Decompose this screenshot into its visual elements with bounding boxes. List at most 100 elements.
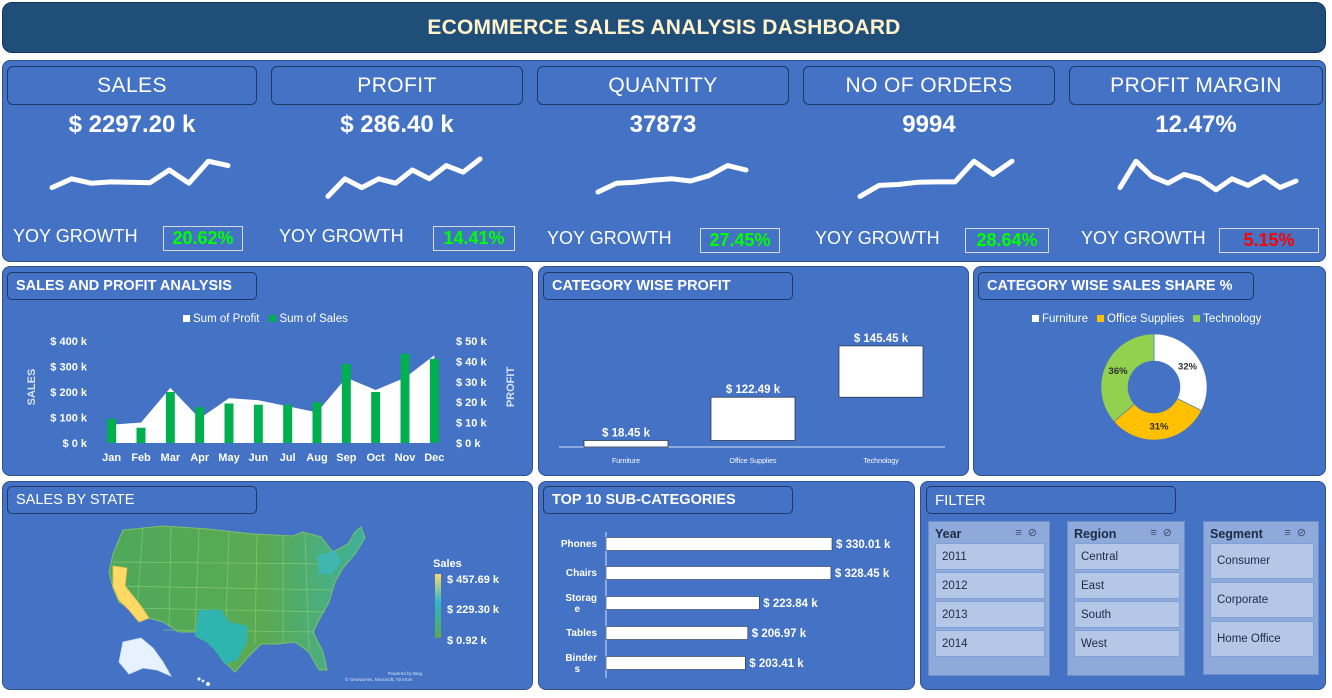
slicer-segment[interactable]: Segment ≡⊘ Consumer Corporate Home Office (1203, 521, 1319, 675)
state-alaska[interactable] (118, 637, 172, 677)
kpi-sparkline-4 (1117, 158, 1299, 193)
y-tick-left-1: $ 300 k (50, 362, 88, 374)
y-tick-right-5: $ 0 k (456, 438, 481, 450)
multi-select-icon[interactable]: ≡ (1015, 527, 1027, 539)
kpi-sparkline-0 (49, 158, 231, 191)
category-share-donut[interactable]: 32% 31% 36% (974, 267, 1327, 477)
waterfall-bar-0 (583, 440, 669, 448)
map-legend-gradient (435, 574, 441, 638)
slicer-controls[interactable]: ≡⊘ (1150, 526, 1178, 539)
dashboard-title: ECOMMERCE SALES ANALYSIS DASHBOARD (427, 15, 901, 39)
sparkline-path-1 (325, 156, 483, 199)
slicer-title-year: Year (935, 527, 962, 541)
kpi-sparkline-1 (325, 156, 483, 199)
slicer-item-central[interactable]: Central (1074, 543, 1180, 570)
subcat-bar-2 (605, 596, 760, 610)
slicer-item-south[interactable]: South (1074, 601, 1180, 628)
x-tick-oct: Oct (366, 452, 385, 464)
waterfall-label-1: $ 122.49 k (726, 384, 781, 396)
sales-bar-aug (312, 402, 322, 443)
slicer-item-west[interactable]: West (1074, 630, 1180, 657)
kpi-sparkline-2 (595, 163, 749, 195)
slicer-item-2014[interactable]: 2014 (935, 630, 1045, 657)
y-axis-label-sales: SALES (26, 369, 38, 406)
kpi-sparkline-3 (857, 158, 1015, 199)
map-legend-min: $ 0.92 k (447, 635, 488, 647)
slicer-region[interactable]: Region ≡⊘ Central East South West (1067, 521, 1185, 676)
x-tick-jul: Jul (280, 452, 296, 464)
kpi-yoy-label-2: YOY GROWTH (547, 228, 672, 248)
x-tick-jan: Jan (102, 452, 121, 464)
sales-bar-mar (165, 392, 175, 443)
sales-bar-dec (429, 358, 439, 443)
state-hawaii[interactable] (197, 677, 210, 686)
filter-panel: FILTER Year ≡⊘ 2011 2012 2013 2014 Region ≡⊘ Cen… (920, 481, 1326, 690)
x-tick-aug: Aug (306, 452, 327, 464)
slicer-item-home-office[interactable]: Home Office (1210, 621, 1314, 657)
slicer-item-2012[interactable]: 2012 (935, 572, 1045, 599)
slicer-item-2011[interactable]: 2011 (935, 543, 1045, 570)
waterfall-category-1: Office Supplies (730, 458, 777, 465)
x-tick-sep: Sep (336, 452, 356, 464)
subcat-bar-0 (605, 537, 833, 551)
waterfall-label-0: $ 18.45 k (602, 427, 651, 439)
y-tick-right-2: $ 30 k (456, 377, 487, 389)
x-tick-dec: Dec (424, 452, 444, 464)
map-credit-geonames: © GeoNames, Microsoft, TomTom (345, 676, 413, 682)
kpi-yoy-label-0: YOY GROWTH (13, 226, 138, 246)
waterfall-label-2: $ 145.45 k (854, 333, 909, 345)
map-legend-max: $ 457.69 k (447, 574, 500, 586)
map-legend-title: Sales (433, 558, 462, 570)
kpi-yoy-value-1: 14.41% (433, 226, 515, 251)
kpi-value-2: 37873 (629, 111, 697, 138)
kpi-yoy-label-3: YOY GROWTH (815, 228, 940, 248)
kpi-header-4: PROFIT MARGIN (1069, 66, 1323, 105)
clear-filter-icon[interactable]: ⊘ (1028, 527, 1043, 539)
sales-bar-sep (341, 363, 351, 443)
waterfall-bar-1 (710, 396, 796, 441)
kpi-yoy-value-4: 5.15% (1219, 228, 1319, 253)
dashboard-title-bar: ECOMMERCE SALES ANALYSIS DASHBOARD (2, 2, 1326, 53)
map-legend-mid: $ 229.30 k (447, 604, 500, 616)
category-profit-chart[interactable]: $ 18.45 k Furniture $ 122.49 k Office Suppl… (539, 267, 970, 477)
kpi-panel: SALES $ 2297.20 k YOY GROWTH 20.62% PROFIT $ … (2, 60, 1326, 262)
slicer-item-consumer[interactable]: Consumer (1210, 543, 1314, 579)
slicer-year[interactable]: Year ≡⊘ 2011 2012 2013 2014 (928, 521, 1050, 676)
kpi-yoy-label-4: YOY GROWTH (1081, 228, 1206, 248)
y-tick-right-4: $ 10 k (456, 418, 487, 430)
waterfall-bar-2 (838, 345, 924, 398)
multi-select-icon[interactable]: ≡ (1150, 527, 1162, 539)
sales-by-state-panel: SALES BY STATE Sales $ 457.69 k $ 229.30… (2, 481, 533, 690)
subcat-label-3: Tables (566, 628, 597, 639)
sales-bar-feb (136, 427, 146, 443)
slicer-controls[interactable]: ≡⊘ (1015, 526, 1043, 539)
clear-filter-icon[interactable]: ⊘ (1297, 527, 1312, 539)
profit-area (111, 355, 435, 443)
y-tick-left-4: $ 0 k (63, 438, 88, 450)
kpi-value-3: 9994 (902, 111, 956, 138)
slicer-item-2013[interactable]: 2013 (935, 601, 1045, 628)
waterfall-category-2: Technology (863, 458, 899, 465)
y-tick-right-0: $ 50 k (456, 336, 487, 348)
kpi-header-0: SALES (7, 66, 257, 105)
slicer-title-segment: Segment (1210, 527, 1263, 541)
x-tick-nov: Nov (395, 452, 417, 464)
slicer-controls[interactable]: ≡⊘ (1284, 526, 1312, 539)
donut-label-1: 31% (1149, 422, 1169, 433)
subcat-label-1: Chairs (566, 568, 598, 579)
sales-bar-may (224, 403, 234, 443)
subcategory-chart[interactable]: $ 330.01 k Phones $ 328.45 k Chairs $ 223.84… (539, 482, 916, 691)
slicer-item-corporate[interactable]: Corporate (1210, 582, 1314, 618)
clear-filter-icon[interactable]: ⊘ (1163, 527, 1178, 539)
multi-select-icon[interactable]: ≡ (1284, 527, 1296, 539)
kpi-header-2: QUANTITY (537, 66, 789, 105)
sales-profit-chart[interactable]: Jan Feb Mar Apr May Jun Jul Aug Sep Oct Nov Dec $ 40… (3, 267, 534, 477)
subcat-label-0: Phones (561, 539, 598, 550)
us-sales-map[interactable]: Sales $ 457.69 k $ 229.30 k $ 0.92 k Pow… (3, 482, 534, 691)
x-tick-feb: Feb (131, 452, 151, 464)
sales-bar-nov (400, 353, 410, 443)
y-tick-left-2: $ 200 k (50, 387, 88, 399)
map-credit-bing: Powered by Bing (388, 671, 423, 676)
slicer-item-east[interactable]: East (1074, 572, 1180, 599)
y-axis-label-profit: PROFIT (505, 367, 517, 408)
